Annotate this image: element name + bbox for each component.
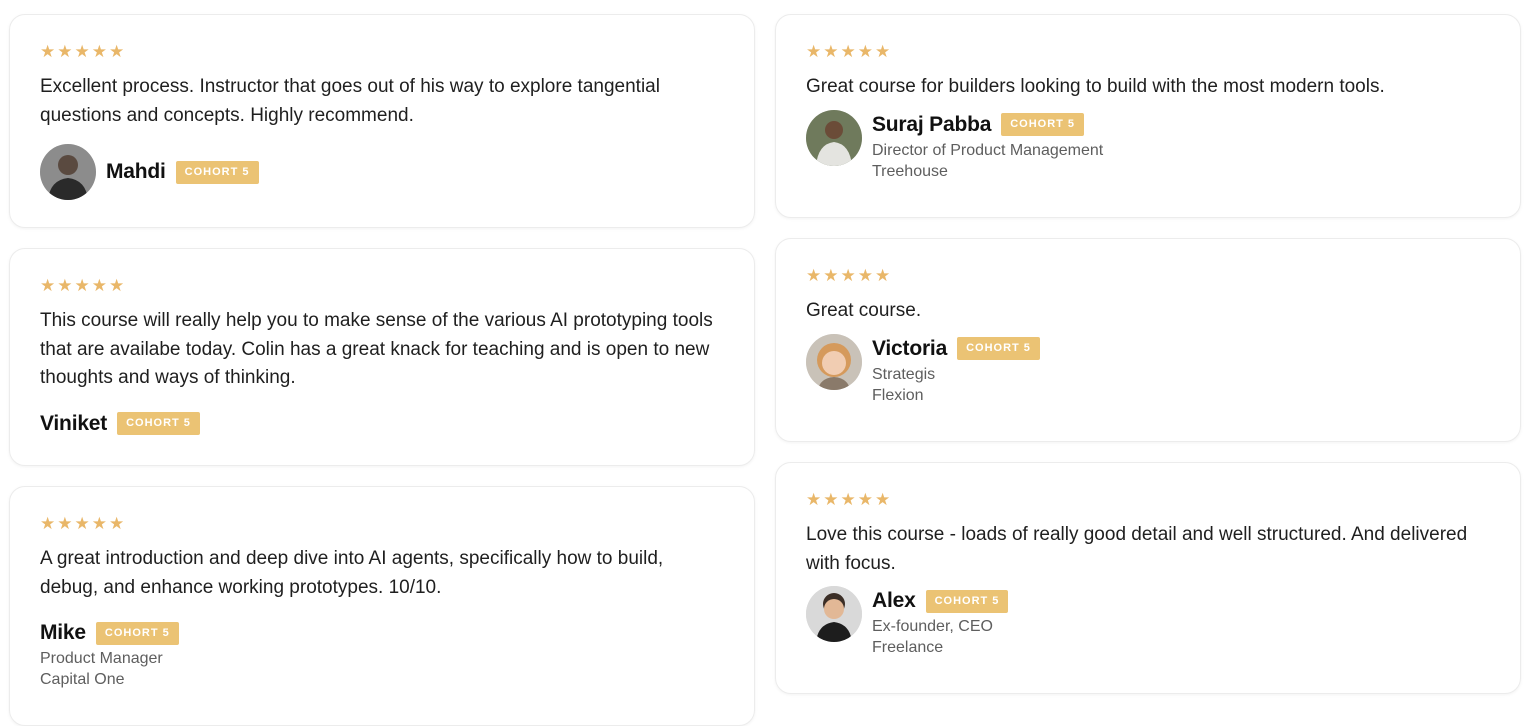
star-rating: ★ ★ ★ ★ ★ (40, 515, 726, 533)
reviewer: Mike COHORT 5 Product Manager Capital On… (40, 618, 726, 690)
star-icon: ★ (91, 276, 107, 295)
reviewer-company: Treehouse (872, 162, 948, 180)
reviewer-company: Flexion (872, 386, 924, 404)
star-rating: ★ ★ ★ ★ ★ (806, 43, 1492, 61)
person-photo-icon (806, 586, 862, 642)
reviewer: Alex COHORT 5 Ex-founder, CEO Freelance (806, 586, 1492, 658)
cohort-badge: COHORT 5 (925, 589, 1009, 613)
star-icon: ★ (823, 42, 839, 61)
cohort-badge: COHORT 5 (117, 412, 200, 435)
star-icon: ★ (74, 514, 90, 533)
star-icon: ★ (40, 276, 56, 295)
reviewer-role: Ex-founder, CEO (872, 618, 993, 635)
star-icon: ★ (57, 42, 73, 61)
star-rating: ★ ★ ★ ★ ★ (806, 491, 1492, 509)
reviewer-role: Product Manager (40, 650, 163, 667)
review-text: Love this course - loads of really good … (806, 524, 1468, 574)
review-card: ★ ★ ★ ★ ★ A great introduction and deep dive… (9, 486, 755, 726)
star-icon: ★ (109, 276, 125, 295)
cohort-badge: COHORT 5 (1001, 113, 1085, 136)
reviewer-name: Viniket (40, 411, 108, 435)
star-icon: ★ (91, 42, 107, 61)
star-icon: ★ (806, 490, 822, 509)
star-icon: ★ (57, 514, 73, 533)
reviewer-name: Victoria (872, 336, 948, 360)
cohort-badge: COHORT 5 (957, 337, 1040, 360)
star-icon: ★ (875, 266, 891, 285)
reviewer: Viniket COHORT 5 (40, 409, 726, 439)
reviewer-name: Mike (40, 621, 86, 644)
star-icon: ★ (823, 266, 839, 285)
star-icon: ★ (109, 42, 125, 61)
star-icon: ★ (109, 514, 125, 533)
star-icon: ★ (857, 42, 873, 61)
avatar (806, 333, 862, 390)
review-text: A great introduction and deep dive into … (40, 548, 664, 598)
review-text: This course will really help you to make… (40, 310, 713, 388)
star-icon: ★ (40, 42, 56, 61)
reviewer: Victoria COHORT 5 Strategis Flexion (806, 333, 1492, 406)
star-icon: ★ (840, 42, 856, 61)
cohort-badge: COHORT 5 (95, 621, 179, 645)
star-icon: ★ (806, 42, 822, 61)
star-icon: ★ (91, 514, 107, 533)
reviewer-company: Freelance (872, 639, 944, 656)
reviewer-role: Director of Product Management (872, 141, 1104, 159)
person-photo-icon (806, 333, 862, 390)
review-text: Great course. (806, 300, 922, 321)
review-card: ★ ★ ★ ★ ★ Excellent process. Instructor that… (9, 14, 755, 228)
avatar (806, 586, 862, 642)
star-rating: ★ ★ ★ ★ ★ (40, 43, 726, 61)
avatar (40, 144, 96, 200)
star-icon: ★ (40, 514, 56, 533)
star-icon: ★ (857, 266, 873, 285)
person-photo-icon (40, 144, 96, 200)
reviewer-name: Alex (872, 589, 916, 612)
review-card: ★ ★ ★ ★ ★ This course will really help you t… (9, 248, 755, 466)
star-icon: ★ (74, 42, 90, 61)
star-icon: ★ (840, 490, 856, 509)
review-text: Great course for builders looking to bui… (806, 76, 1385, 97)
star-icon: ★ (875, 42, 891, 61)
star-icon: ★ (806, 266, 822, 285)
reviewer-company: Capital One (40, 671, 125, 688)
reviewer-name: Mahdi (106, 160, 166, 183)
reviewer: Suraj Pabba COHORT 5 Director of Product… (806, 109, 1492, 182)
review-card: ★ ★ ★ ★ ★ Love this course - loads of really… (775, 462, 1521, 694)
star-icon: ★ (74, 276, 90, 295)
cohort-badge: COHORT 5 (175, 160, 259, 184)
avatar (806, 109, 862, 166)
star-rating: ★ ★ ★ ★ ★ (40, 277, 726, 295)
star-rating: ★ ★ ★ ★ ★ (806, 267, 1492, 285)
reviewer-role: Strategis (872, 365, 936, 383)
reviewer: Mahdi COHORT 5 (40, 144, 726, 200)
star-icon: ★ (875, 490, 891, 509)
star-icon: ★ (857, 490, 873, 509)
person-photo-icon (806, 109, 862, 166)
reviewer-name: Suraj Pabba (872, 112, 992, 136)
star-icon: ★ (57, 276, 73, 295)
review-card: ★ ★ ★ ★ ★ Great course. Victoria COHORT 5 St… (775, 238, 1521, 442)
review-text: Excellent process. Instructor that goes … (40, 76, 660, 126)
review-card: ★ ★ ★ ★ ★ Great course for builders looking … (775, 14, 1521, 218)
star-icon: ★ (840, 266, 856, 285)
star-icon: ★ (823, 490, 839, 509)
